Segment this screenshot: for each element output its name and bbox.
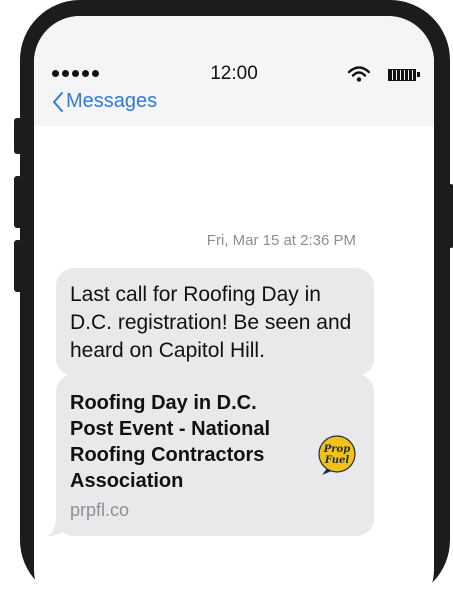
svg-text:Prop: Prop — [323, 444, 350, 455]
wifi-icon — [348, 66, 370, 82]
bubble-tail — [48, 518, 62, 536]
battery-icon — [388, 69, 420, 81]
link-preview-title: Roofing Day in D.C. Post Event - Nationa… — [70, 392, 271, 492]
mute-switch — [14, 118, 22, 154]
back-label: Messages — [66, 90, 158, 112]
message-timestamp: Fri, Mar 15 at 2:36 PM — [206, 232, 356, 249]
message-bubble[interactable]: Last call for Roofing Day in D.C. regist… — [56, 268, 374, 376]
svg-text:Fuel: Fuel — [324, 455, 350, 466]
link-preview-card[interactable]: Roofing Day in D.C. Post Event - Nationa… — [56, 374, 374, 536]
status-bar: 12:00 Messages — [34, 16, 434, 126]
propfuel-logo-icon: Prop Fuel — [318, 435, 356, 475]
back-button[interactable]: Messages — [52, 90, 157, 113]
power-button — [448, 184, 453, 248]
chevron-left-icon — [53, 91, 63, 112]
status-time: 12:00 — [210, 63, 258, 84]
phone-screen: 12:00 Messages Fri, Mar 15 at 2:36 PM La… — [34, 16, 434, 616]
volume-up-button — [14, 176, 22, 228]
volume-down-button — [14, 240, 22, 292]
link-preview-domain: prpfl.co — [70, 500, 130, 520]
